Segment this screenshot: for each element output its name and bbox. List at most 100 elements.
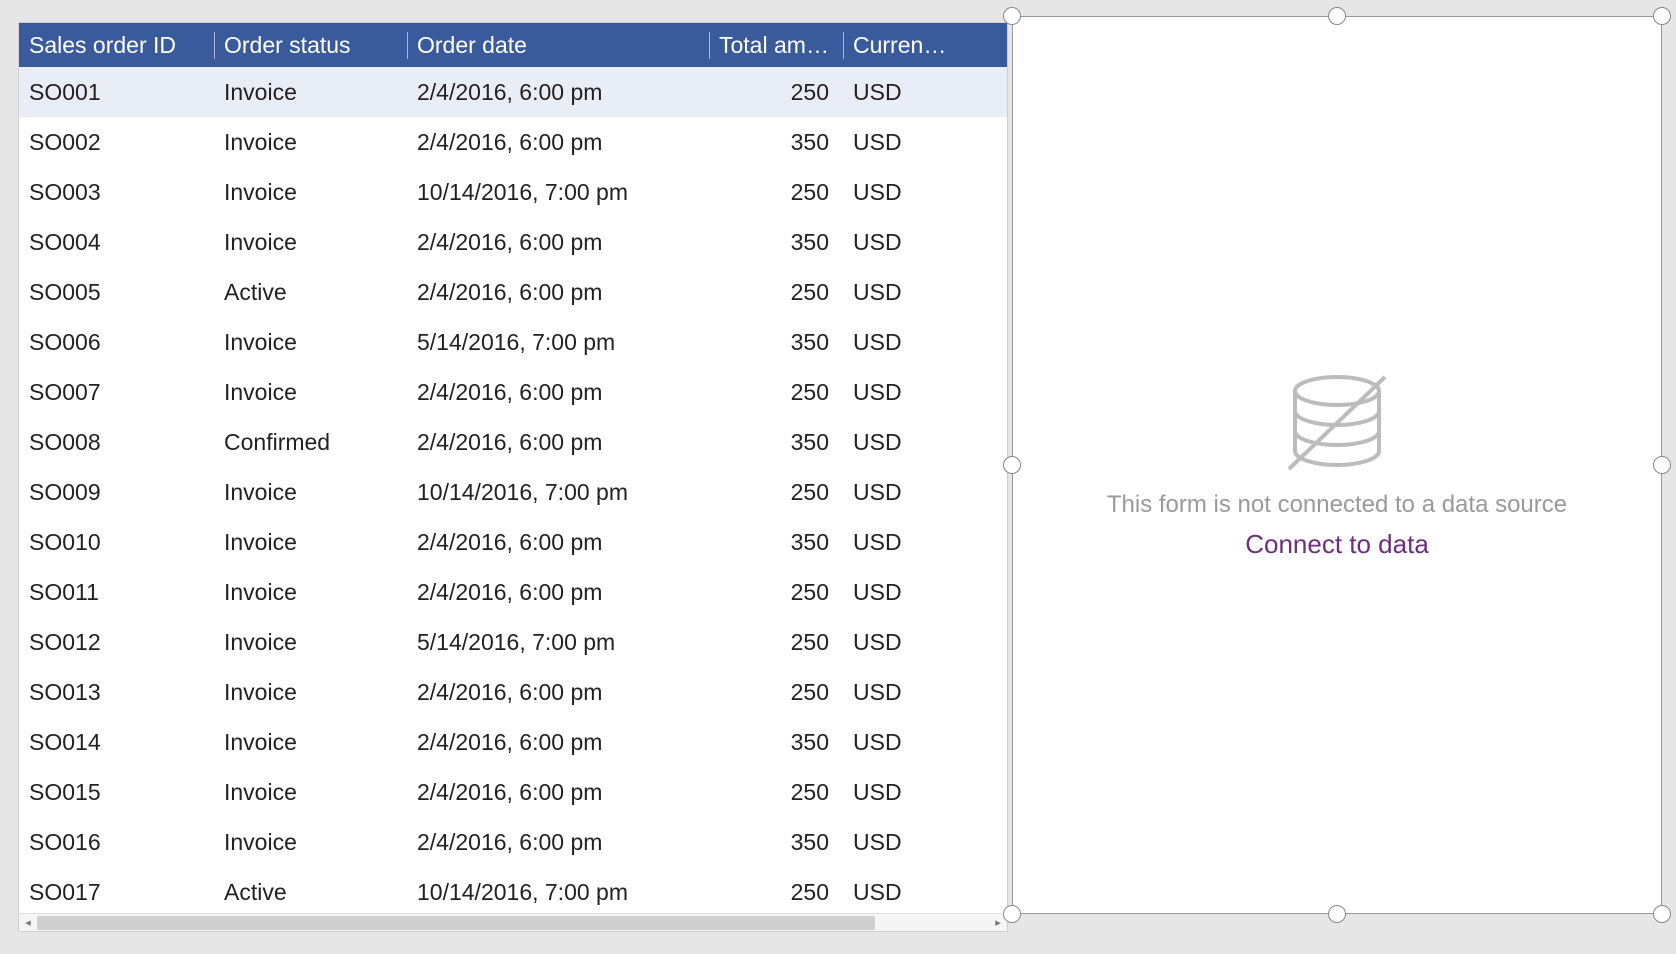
design-canvas: Sales order ID Order status Order date T… <box>0 0 1676 954</box>
cell-total-amount: 350 <box>709 429 843 456</box>
cell-total-amount: 350 <box>709 529 843 556</box>
scroll-left-icon[interactable]: ◂ <box>19 914 37 932</box>
header-order-date[interactable]: Order date <box>407 26 709 65</box>
cell-total-amount: 250 <box>709 579 843 606</box>
form-control[interactable]: This form is not connected to a data sou… <box>1012 16 1662 914</box>
table-row[interactable]: SO005Active2/4/2016, 6:00 pm250USD <box>19 267 1007 317</box>
cell-order-date: 10/14/2016, 7:00 pm <box>407 479 709 506</box>
cell-order-status: Invoice <box>214 529 407 556</box>
cell-currency: USD <box>843 629 963 656</box>
cell-total-amount: 250 <box>709 379 843 406</box>
cell-total-amount: 350 <box>709 329 843 356</box>
cell-order-date: 2/4/2016, 6:00 pm <box>407 129 709 156</box>
cell-total-amount: 250 <box>709 779 843 806</box>
resize-handle-w[interactable] <box>1003 456 1021 474</box>
scroll-track[interactable] <box>37 914 989 932</box>
cell-currency: USD <box>843 479 963 506</box>
cell-order-date: 2/4/2016, 6:00 pm <box>407 679 709 706</box>
resize-handle-se[interactable] <box>1653 905 1671 923</box>
cell-order-date: 10/14/2016, 7:00 pm <box>407 179 709 206</box>
cell-order-status: Invoice <box>214 779 407 806</box>
cell-order-date: 2/4/2016, 6:00 pm <box>407 529 709 556</box>
grid-header-row: Sales order ID Order status Order date T… <box>19 23 1007 67</box>
cell-order-status: Active <box>214 879 407 906</box>
cell-order-status: Invoice <box>214 829 407 856</box>
cell-currency: USD <box>843 229 963 256</box>
cell-order-date: 10/14/2016, 7:00 pm <box>407 879 709 906</box>
cell-currency: USD <box>843 829 963 856</box>
table-row[interactable]: SO013Invoice2/4/2016, 6:00 pm250USD <box>19 667 1007 717</box>
header-total-amount[interactable]: Total amo... <box>709 26 843 65</box>
table-row[interactable]: SO003Invoice10/14/2016, 7:00 pm250USD <box>19 167 1007 217</box>
cell-sales-order-id: SO013 <box>19 679 214 706</box>
sales-order-grid[interactable]: Sales order ID Order status Order date T… <box>18 22 1008 932</box>
table-row[interactable]: SO004Invoice2/4/2016, 6:00 pm350USD <box>19 217 1007 267</box>
cell-currency: USD <box>843 79 963 106</box>
table-row[interactable]: SO007Invoice2/4/2016, 6:00 pm250USD <box>19 367 1007 417</box>
cell-sales-order-id: SO004 <box>19 229 214 256</box>
cell-order-date: 2/4/2016, 6:00 pm <box>407 829 709 856</box>
cell-currency: USD <box>843 329 963 356</box>
table-row[interactable]: SO006Invoice5/14/2016, 7:00 pm350USD <box>19 317 1007 367</box>
cell-order-status: Invoice <box>214 79 407 106</box>
cell-currency: USD <box>843 729 963 756</box>
resize-handle-nw[interactable] <box>1003 7 1021 25</box>
cell-order-status: Invoice <box>214 179 407 206</box>
table-row[interactable]: SO016Invoice2/4/2016, 6:00 pm350USD <box>19 817 1007 867</box>
resize-handle-ne[interactable] <box>1653 7 1671 25</box>
cell-currency: USD <box>843 279 963 306</box>
table-row[interactable]: SO002Invoice2/4/2016, 6:00 pm350USD <box>19 117 1007 167</box>
cell-sales-order-id: SO016 <box>19 829 214 856</box>
header-sales-order-id[interactable]: Sales order ID <box>19 26 214 65</box>
connect-to-data-link[interactable]: Connect to data <box>1245 529 1429 560</box>
grid-body[interactable]: SO001Invoice2/4/2016, 6:00 pm250USDSO002… <box>19 67 1007 913</box>
form-empty-message: This form is not connected to a data sou… <box>1107 491 1567 519</box>
cell-currency: USD <box>843 879 963 906</box>
resize-handle-sw[interactable] <box>1003 905 1021 923</box>
scroll-thumb[interactable] <box>37 916 875 930</box>
cell-sales-order-id: SO010 <box>19 529 214 556</box>
table-row[interactable]: SO015Invoice2/4/2016, 6:00 pm250USD <box>19 767 1007 817</box>
cell-order-status: Invoice <box>214 579 407 606</box>
cell-sales-order-id: SO007 <box>19 379 214 406</box>
cell-currency: USD <box>843 529 963 556</box>
horizontal-scrollbar[interactable]: ◂ ▸ <box>19 913 1007 931</box>
cell-order-date: 5/14/2016, 7:00 pm <box>407 629 709 656</box>
cell-sales-order-id: SO002 <box>19 129 214 156</box>
table-row[interactable]: SO017Active10/14/2016, 7:00 pm250USD <box>19 867 1007 913</box>
cell-sales-order-id: SO017 <box>19 879 214 906</box>
resize-handle-e[interactable] <box>1653 456 1671 474</box>
table-row[interactable]: SO008Confirmed2/4/2016, 6:00 pm350USD <box>19 417 1007 467</box>
table-row[interactable]: SO014Invoice2/4/2016, 6:00 pm350USD <box>19 717 1007 767</box>
cell-currency: USD <box>843 129 963 156</box>
header-order-status[interactable]: Order status <box>214 26 407 65</box>
cell-order-date: 2/4/2016, 6:00 pm <box>407 729 709 756</box>
cell-sales-order-id: SO014 <box>19 729 214 756</box>
cell-order-date: 2/4/2016, 6:00 pm <box>407 229 709 256</box>
cell-sales-order-id: SO005 <box>19 279 214 306</box>
cell-total-amount: 350 <box>709 829 843 856</box>
cell-total-amount: 250 <box>709 479 843 506</box>
database-disconnected-icon <box>1277 371 1397 481</box>
cell-total-amount: 250 <box>709 279 843 306</box>
table-row[interactable]: SO011Invoice2/4/2016, 6:00 pm250USD <box>19 567 1007 617</box>
cell-order-date: 2/4/2016, 6:00 pm <box>407 429 709 456</box>
cell-currency: USD <box>843 429 963 456</box>
resize-handle-s[interactable] <box>1328 905 1346 923</box>
table-row[interactable]: SO001Invoice2/4/2016, 6:00 pm250USD <box>19 67 1007 117</box>
table-row[interactable]: SO012Invoice5/14/2016, 7:00 pm250USD <box>19 617 1007 667</box>
cell-total-amount: 250 <box>709 879 843 906</box>
cell-currency: USD <box>843 179 963 206</box>
cell-order-date: 2/4/2016, 6:00 pm <box>407 379 709 406</box>
cell-order-status: Invoice <box>214 629 407 656</box>
resize-handle-n[interactable] <box>1328 7 1346 25</box>
cell-currency: USD <box>843 779 963 806</box>
cell-total-amount: 250 <box>709 679 843 706</box>
cell-total-amount: 250 <box>709 179 843 206</box>
cell-sales-order-id: SO003 <box>19 179 214 206</box>
table-row[interactable]: SO010Invoice2/4/2016, 6:00 pm350USD <box>19 517 1007 567</box>
cell-order-status: Invoice <box>214 329 407 356</box>
table-row[interactable]: SO009Invoice10/14/2016, 7:00 pm250USD <box>19 467 1007 517</box>
cell-order-status: Invoice <box>214 729 407 756</box>
header-currency[interactable]: Currency of T <box>843 26 963 65</box>
